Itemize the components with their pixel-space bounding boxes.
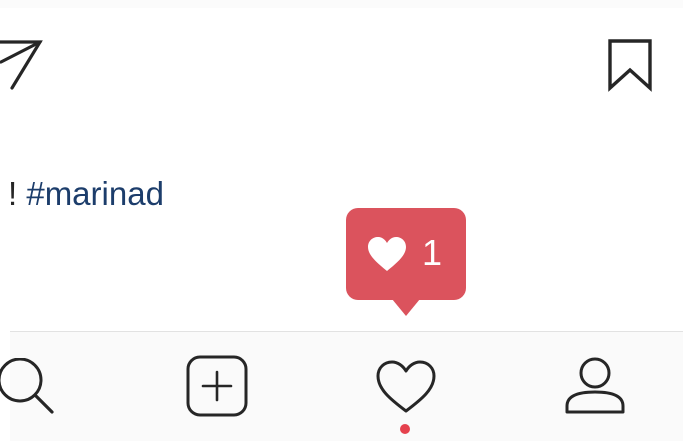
bottom-tab-bar (0, 331, 683, 441)
heart-icon (366, 235, 408, 273)
like-notification-popup[interactable]: 1 (346, 208, 466, 316)
top-strip (0, 0, 683, 8)
heart-icon[interactable] (374, 359, 438, 417)
notification-dot (400, 424, 410, 434)
instagram-screen: ! #marinad 1 (0, 0, 683, 441)
add-post-icon[interactable] (186, 355, 250, 419)
send-icon[interactable] (0, 32, 50, 98)
bookmark-icon[interactable] (606, 38, 654, 92)
caption-text: ! (8, 175, 27, 212)
search-icon[interactable] (0, 358, 70, 422)
post-caption: ! #marinad (8, 174, 164, 214)
like-count: 1 (422, 232, 443, 273)
profile-icon[interactable] (562, 356, 628, 418)
hashtag-link[interactable]: #marinad (26, 175, 164, 212)
